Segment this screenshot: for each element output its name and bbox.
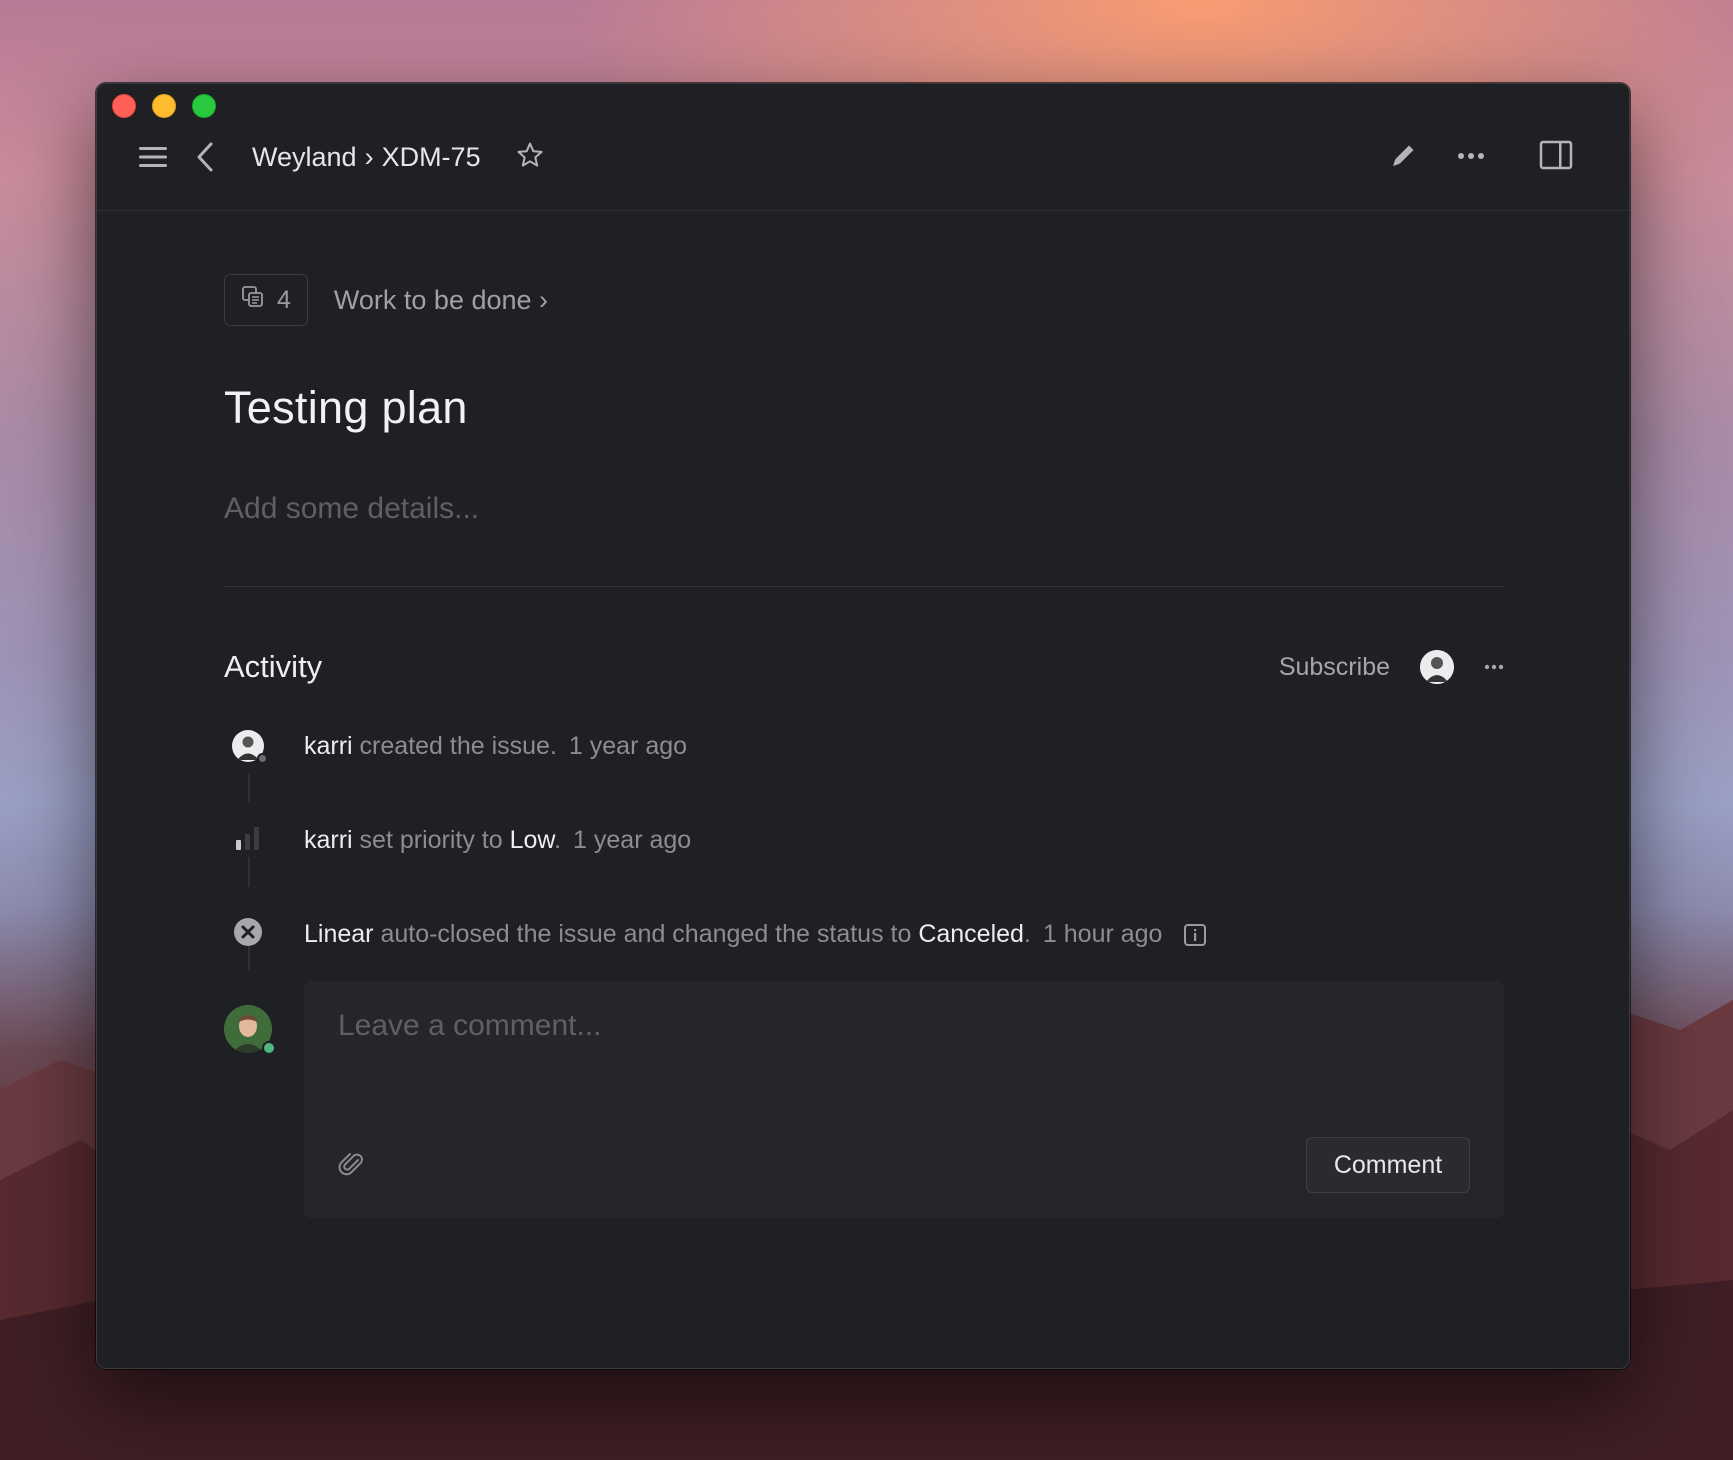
- description-input[interactable]: Add some details...: [224, 492, 1504, 526]
- event-time[interactable]: 1 hour ago: [1043, 920, 1163, 948]
- timeline-connector: [248, 857, 250, 887]
- activity-event: karri created the issue. 1 year ago: [224, 725, 1504, 767]
- subscribe-button[interactable]: Subscribe: [1279, 653, 1390, 682]
- attachment-icon[interactable]: [338, 1151, 366, 1179]
- subscriber-avatar[interactable]: [1420, 650, 1454, 684]
- activity-header: Activity Subscribe: [224, 647, 1504, 687]
- issue-title[interactable]: Testing plan: [224, 382, 1504, 434]
- event-end: .: [554, 825, 562, 854]
- sidebar-panel-icon[interactable]: [1539, 139, 1573, 171]
- subissues-badge[interactable]: 4: [224, 274, 308, 326]
- issue-meta-row: 4 Work to be done ›: [224, 274, 1504, 326]
- pencil-icon[interactable]: [1389, 140, 1419, 170]
- online-status-dot: [262, 1041, 276, 1055]
- activity-heading: Activity: [224, 649, 323, 684]
- status-dot: [257, 753, 268, 764]
- breadcrumb-issue-id[interactable]: XDM-75: [382, 142, 481, 173]
- issue-content: 4 Work to be done › Testing plan Add som…: [224, 274, 1504, 1218]
- comment-composer: Leave a comment... Comment: [224, 981, 1504, 1218]
- comment-box[interactable]: Leave a comment... Comment: [304, 981, 1504, 1218]
- star-icon[interactable]: [515, 140, 545, 170]
- activity-more-icon[interactable]: [1484, 664, 1504, 670]
- parent-issue-link[interactable]: Work to be done ›: [334, 285, 548, 316]
- more-icon[interactable]: [1456, 142, 1486, 170]
- activity-event: Linear auto-closed the issue and changed…: [224, 913, 1504, 955]
- event-actor[interactable]: karri: [304, 732, 353, 760]
- event-time[interactable]: 1 year ago: [569, 732, 687, 760]
- breadcrumb-separator: ›: [364, 141, 374, 172]
- comment-input[interactable]: Leave a comment...: [338, 1009, 601, 1043]
- activity-event: karri set priority to Low. 1 year ago: [224, 819, 1504, 861]
- canceled-status-icon: [233, 917, 263, 952]
- current-user-avatar[interactable]: [224, 1005, 276, 1055]
- back-icon[interactable]: [191, 140, 219, 174]
- divider: [224, 586, 1504, 587]
- app-window: Weyland › XDM-75 4 Work to be done › Tes…: [96, 83, 1630, 1369]
- activity-actions: Subscribe: [1279, 650, 1504, 684]
- event-text: set priority to: [352, 825, 510, 854]
- event-actor[interactable]: Linear: [304, 920, 374, 948]
- event-actor[interactable]: karri: [304, 826, 353, 854]
- event-value: Low: [509, 825, 555, 854]
- subissues-icon: [241, 285, 265, 316]
- event-end: .: [1023, 919, 1031, 948]
- activity-timeline: karri created the issue. 1 year ago karri…: [224, 725, 1504, 971]
- info-icon[interactable]: [1183, 923, 1207, 947]
- event-text: auto-closed the issue and changed the st…: [373, 919, 919, 948]
- breadcrumb-team[interactable]: Weyland: [252, 142, 357, 173]
- event-time[interactable]: 1 year ago: [573, 826, 691, 854]
- comment-button[interactable]: Comment: [1306, 1137, 1470, 1193]
- timeline-connector: [248, 773, 250, 803]
- breadcrumb: Weyland › XDM-75: [252, 140, 481, 174]
- karri-avatar[interactable]: [232, 730, 268, 764]
- subissues-count: 4: [277, 285, 291, 314]
- titlebar: Weyland › XDM-75: [97, 84, 1629, 211]
- menu-icon[interactable]: [137, 142, 169, 172]
- event-text: created the issue.: [352, 731, 557, 760]
- event-value: Canceled: [918, 919, 1024, 948]
- priority-low-icon: [234, 825, 262, 856]
